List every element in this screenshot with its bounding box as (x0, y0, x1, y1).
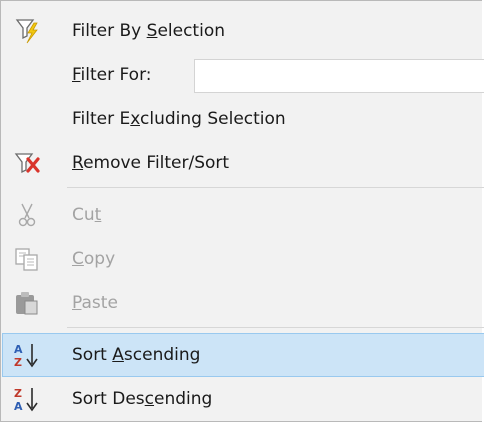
filter-for-input[interactable] (194, 59, 484, 93)
menu-item-label: Sort Descending (72, 389, 213, 409)
menu-item-label: Filter For: (72, 65, 152, 85)
menu-item-label: Remove Filter/Sort (72, 153, 230, 173)
sort-descending-icon: Z A (12, 385, 42, 413)
svg-text:Z: Z (14, 387, 22, 400)
menu-item-label: Copy (72, 249, 116, 269)
svg-text:Z: Z (14, 356, 22, 369)
menu-item-sort-descending[interactable]: Z A Sort Descending (2, 377, 484, 421)
menu-item-filter-for[interactable]: Filter For: (2, 53, 484, 97)
menu-item-copy[interactable]: Copy (2, 237, 484, 281)
filter-remove-icon (12, 149, 42, 177)
paste-icon (12, 289, 42, 317)
svg-text:A: A (14, 400, 23, 413)
menu-item-filter-excluding-selection[interactable]: Filter Excluding Selection (2, 97, 484, 141)
copy-icon (12, 245, 42, 273)
menu-separator (67, 327, 484, 328)
menu-item-remove-filter-sort[interactable]: Remove Filter/Sort (2, 141, 484, 185)
menu-item-filter-by-selection[interactable]: Filter By Selection (2, 9, 484, 53)
svg-text:A: A (14, 343, 23, 356)
sort-ascending-icon: A Z (12, 341, 42, 369)
context-menu: Filter By Selection Filter For: Filter E… (0, 0, 484, 422)
menu-item-label: Filter By Selection (72, 21, 225, 41)
scissors-icon (12, 201, 42, 229)
menu-item-label: Paste (72, 293, 118, 313)
menu-item-label: Sort Ascending (72, 345, 201, 365)
filter-lightning-icon (12, 17, 42, 45)
menu-item-label: Filter Excluding Selection (72, 109, 286, 129)
menu-separator (67, 187, 484, 188)
menu-item-cut[interactable]: Cut (2, 193, 484, 237)
menu-item-label: Cut (72, 205, 102, 225)
menu-item-sort-ascending[interactable]: A Z Sort Ascending (2, 333, 484, 377)
menu-item-paste[interactable]: Paste (2, 281, 484, 325)
